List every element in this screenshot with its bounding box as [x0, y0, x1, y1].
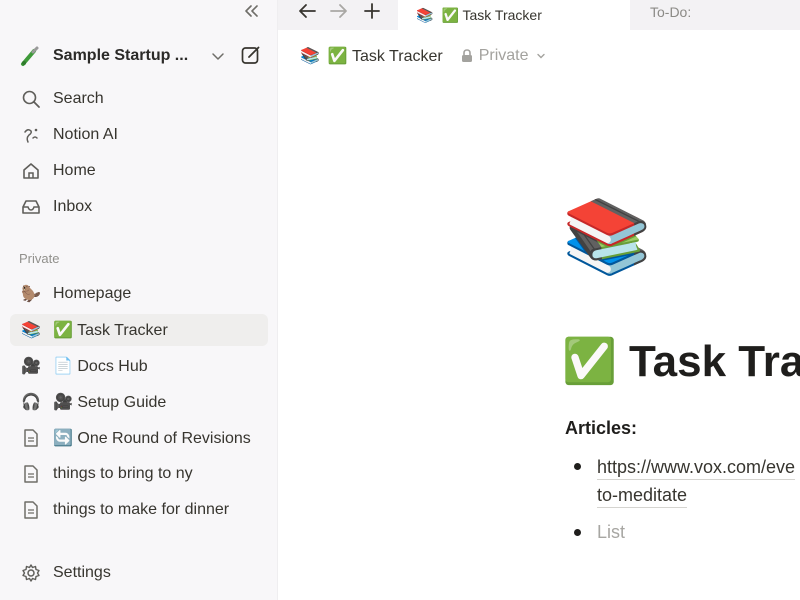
sidebar-item-label: Inbox	[53, 198, 93, 215]
sidebar-item-label: 🔄 One Round of Revisions	[53, 430, 251, 447]
books-icon: 📚	[21, 322, 41, 339]
sidebar-page-things-ny[interactable]: things to bring to ny	[10, 458, 268, 490]
sidebar-item-inbox[interactable]: Inbox	[10, 191, 268, 223]
books-icon: 📚	[300, 48, 320, 65]
sidebar-item-notion-ai[interactable]: Notion AI	[10, 119, 268, 151]
bullet-icon	[574, 463, 581, 470]
sidebar-page-docs-hub[interactable]: 🎥 📄 Docs Hub	[10, 350, 268, 382]
sidebar-item-label: Home	[53, 162, 96, 179]
workspace-name: Sample Startup ...	[53, 47, 189, 64]
tab-to-do[interactable]: To-Do:	[650, 0, 691, 24]
chevron-down-icon[interactable]	[210, 48, 226, 64]
new-tab-button[interactable]	[361, 0, 383, 22]
sidebar-item-label: things to make for dinner	[53, 501, 230, 518]
sidebar-item-home[interactable]: Home	[10, 155, 268, 187]
breadcrumb-page-title[interactable]: ✅ Task Tracker	[328, 46, 443, 66]
tab-title: ✅ Task Tracker	[441, 6, 542, 23]
inbox-icon	[20, 196, 42, 218]
sidebar-item-label: ✅ Task Tracker	[53, 322, 168, 339]
sidebar-item-label: 🎥 Setup Guide	[53, 394, 167, 411]
articles-heading[interactable]: Articles:	[565, 418, 637, 439]
headphones-icon: 🎧	[21, 394, 41, 411]
sidebar-item-search[interactable]: Search	[10, 83, 268, 115]
section-label-private: Private	[19, 251, 60, 266]
page-title[interactable]: ✅ Task Tracker	[562, 332, 800, 392]
sidebar-item-label: Search	[53, 90, 104, 107]
chevron-down-icon	[536, 51, 546, 61]
sidebar: Sample Startup ... Search Notion AI Home…	[0, 0, 278, 600]
document-icon	[20, 463, 42, 485]
sidebar-item-label: things to bring to ny	[53, 465, 193, 482]
sidebar-page-homepage[interactable]: 🦫 Homepage	[10, 278, 268, 310]
sidebar-page-revisions[interactable]: 🔄 One Round of Revisions	[10, 422, 268, 454]
tab-task-tracker[interactable]: 📚 ✅ Task Tracker	[398, 0, 630, 30]
sidebar-item-label: Settings	[53, 564, 111, 581]
workspace-switcher[interactable]: Sample Startup ...	[10, 40, 268, 72]
breadcrumb: 📚 ✅ Task Tracker Private	[300, 44, 546, 68]
list-placeholder[interactable]: List	[597, 520, 625, 544]
sidebar-item-settings[interactable]: Settings	[10, 557, 268, 589]
gear-icon	[20, 562, 42, 584]
tab-strip: 📚 ✅ Task Tracker To-Do:	[278, 0, 800, 30]
notion-ai-icon	[20, 124, 42, 146]
article-link[interactable]: https://www.vox.com/eve	[597, 455, 796, 480]
collapse-sidebar-button[interactable]	[240, 0, 262, 22]
forward-button[interactable]	[328, 0, 350, 22]
video-camera-icon: 🎥	[21, 358, 41, 375]
sidebar-item-label: Homepage	[53, 285, 132, 302]
back-button[interactable]	[296, 0, 318, 22]
document-icon	[20, 427, 42, 449]
workspace-icon	[18, 44, 42, 68]
document-icon	[20, 499, 42, 521]
new-page-icon[interactable]	[240, 44, 262, 66]
tab-title: To-Do:	[650, 4, 692, 20]
sidebar-page-dinner[interactable]: things to make for dinner	[10, 494, 268, 526]
sidebar-page-task-tracker[interactable]: 📚 ✅ Task Tracker	[10, 314, 268, 346]
page-emoji-icon[interactable]: 📚	[562, 192, 652, 282]
article-link-continued[interactable]: to-meditate	[597, 483, 688, 508]
bullet-icon	[574, 529, 581, 536]
home-icon	[20, 160, 42, 182]
sidebar-page-setup-guide[interactable]: 🎧 🎥 Setup Guide	[10, 386, 268, 418]
lock-icon	[461, 49, 473, 63]
books-icon: 📚	[416, 6, 434, 23]
privacy-dropdown[interactable]: Private	[479, 47, 529, 65]
double-chevron-left-icon	[245, 5, 258, 17]
sidebar-item-label: 📄 Docs Hub	[53, 358, 148, 375]
search-icon	[20, 88, 42, 110]
arrow-left-icon	[299, 4, 316, 18]
plus-icon	[364, 3, 380, 19]
beaver-icon: 🦫	[21, 286, 41, 303]
arrow-right-icon	[330, 4, 347, 18]
sidebar-item-label: Notion AI	[53, 126, 118, 143]
